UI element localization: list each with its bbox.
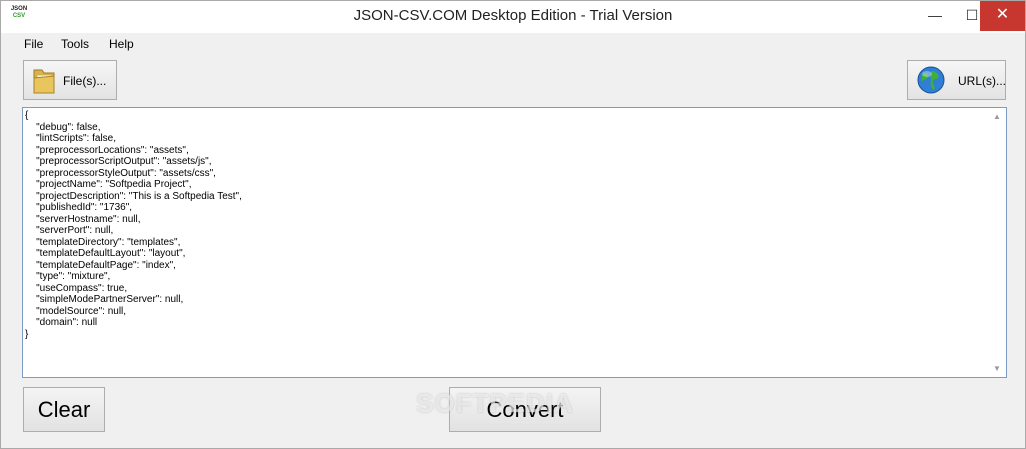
vertical-scrollbar[interactable]: ▲ ▼	[990, 108, 1006, 377]
menu-tools[interactable]: Tools	[61, 37, 89, 51]
title-bar[interactable]: JSON CSV JSON-CSV.COM Desktop Edition - …	[1, 1, 1025, 33]
app-window: JSON CSV JSON-CSV.COM Desktop Edition - …	[0, 0, 1026, 449]
open-files-label: File(s)...	[63, 74, 107, 88]
scroll-up-icon[interactable]: ▲	[993, 112, 1001, 121]
open-url-button[interactable]: URL(s)...	[907, 60, 1006, 100]
open-url-label: URL(s)...	[958, 74, 1006, 88]
watermark: SOFTPEDIA	[416, 388, 574, 418]
minimize-button[interactable]: —	[915, 1, 955, 31]
clear-button[interactable]: Clear	[23, 387, 105, 432]
close-button[interactable]: ✕	[980, 1, 1025, 31]
window-title: JSON-CSV.COM Desktop Edition - Trial Ver…	[353, 7, 673, 24]
open-files-button[interactable]: File(s)...	[23, 60, 117, 100]
globe-icon	[916, 65, 946, 95]
menu-bar: File Tools Help	[1, 33, 1025, 55]
json-editor[interactable]: { "debug": false, "lintScripts": false, …	[22, 107, 1007, 378]
menu-file[interactable]: File	[24, 37, 43, 51]
json-editor-text[interactable]: { "debug": false, "lintScripts": false, …	[25, 110, 985, 374]
scroll-down-icon[interactable]: ▼	[993, 364, 1001, 373]
menu-help[interactable]: Help	[109, 37, 134, 51]
folder-icon	[31, 66, 57, 95]
